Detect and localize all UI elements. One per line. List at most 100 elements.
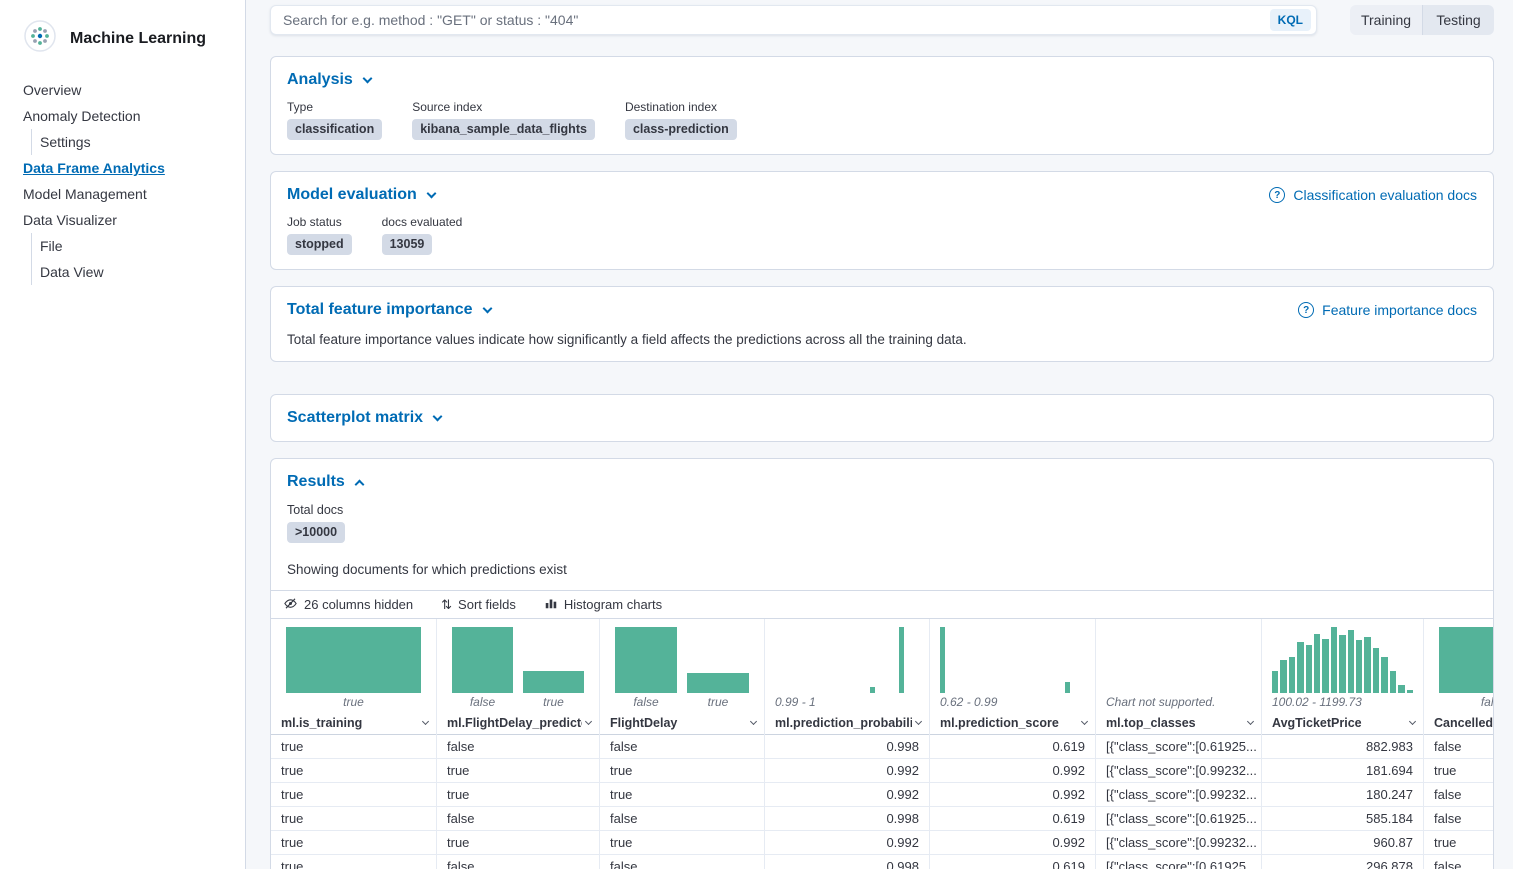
table-cell[interactable]: false — [1424, 855, 1493, 869]
table-cell[interactable]: true — [437, 831, 600, 855]
testing-filter-button[interactable]: Testing — [1422, 5, 1494, 35]
results-panel-toggle[interactable]: Results — [287, 473, 363, 491]
column-header-ml.FlightDelay_predicted[interactable]: falsetrueml.FlightDelay_predicted — [437, 619, 600, 735]
table-cell[interactable]: false — [437, 807, 600, 831]
column-header-ml.prediction_probability[interactable]: 0.99 - 1ml.prediction_probability — [765, 619, 930, 735]
histogram-bar-label: false — [452, 693, 513, 711]
table-cell[interactable]: [{"class_score":[0.99232... — [1096, 783, 1262, 807]
column-name-row: FlightDelay — [600, 711, 764, 735]
table-cell[interactable]: false — [437, 855, 600, 869]
column-header-AvgTicketPrice[interactable]: 100.02 - 1199.73AvgTicketPrice — [1262, 619, 1424, 735]
table-cell[interactable]: [{"class_score":[0.61925... — [1096, 735, 1262, 759]
sidebar-item-overview[interactable]: Overview — [23, 77, 233, 103]
analysis-panel-toggle[interactable]: Analysis — [287, 71, 371, 89]
histogram-bin — [1339, 635, 1345, 693]
chevron-down-icon[interactable] — [1409, 718, 1416, 725]
sidebar-item-data-view[interactable]: Data View — [31, 259, 233, 285]
histogram-charts-label: Histogram charts — [564, 597, 662, 612]
table-cell[interactable]: 0.998 — [765, 735, 930, 759]
table-cell[interactable]: true — [271, 831, 437, 855]
table-cell[interactable]: 0.992 — [765, 759, 930, 783]
sidebar-header: Machine Learning — [0, 20, 245, 77]
table-cell[interactable]: false — [1424, 735, 1493, 759]
table-cell[interactable]: 0.619 — [930, 735, 1096, 759]
table-cell[interactable]: false — [600, 735, 765, 759]
table-cell[interactable]: true — [271, 735, 437, 759]
column-header-FlightDelay[interactable]: falsetrueFlightDelay — [600, 619, 765, 735]
sidebar-item-file[interactable]: File — [31, 233, 233, 259]
feature-importance-docs-link[interactable]: ? Feature importance docs — [1298, 302, 1477, 318]
table-cell[interactable]: false — [437, 735, 600, 759]
column-header-ml.top_classes[interactable]: Chart not supported.ml.top_classes — [1096, 619, 1262, 735]
chevron-down-icon[interactable] — [750, 718, 757, 725]
chevron-down-icon[interactable] — [1247, 718, 1254, 725]
histogram-charts-button[interactable]: Histogram charts — [544, 596, 662, 613]
table-cell[interactable]: 180.247 — [1262, 783, 1424, 807]
chevron-down-icon[interactable] — [1081, 718, 1088, 725]
table-cell[interactable]: [{"class_score":[0.61925... — [1096, 807, 1262, 831]
table-cell[interactable]: true — [271, 807, 437, 831]
histogram-bar-label: true — [523, 693, 584, 711]
table-cell[interactable]: true — [437, 759, 600, 783]
table-cell[interactable]: true — [271, 783, 437, 807]
scatterplot-matrix-panel-title: Scatterplot matrix — [287, 409, 423, 427]
table-cell[interactable]: [{"class_score":[0.99232... — [1096, 759, 1262, 783]
table-cell[interactable]: false — [1424, 783, 1493, 807]
table-cell[interactable]: 0.992 — [930, 783, 1096, 807]
table-cell[interactable]: true — [600, 831, 765, 855]
sidebar-item-data-frame-analytics[interactable]: Data Frame Analytics — [23, 155, 233, 181]
columns-hidden-button[interactable]: 26 columns hidden — [283, 596, 413, 614]
chevron-down-icon[interactable] — [422, 718, 429, 725]
sidebar-item-data-visualizer[interactable]: Data Visualizer — [23, 207, 233, 233]
table-cell[interactable]: 0.992 — [930, 831, 1096, 855]
results-panel: Results Total docs >10000 Showing docume… — [270, 458, 1494, 869]
table-cell[interactable]: 0.992 — [930, 759, 1096, 783]
column-header-Cancelled[interactable]: falseCancelled — [1424, 619, 1493, 735]
table-cell[interactable]: true — [1424, 831, 1493, 855]
table-cell[interactable]: true — [600, 759, 765, 783]
table-cell[interactable]: true — [271, 855, 437, 869]
scatterplot-matrix-panel-toggle[interactable]: Scatterplot matrix — [287, 409, 441, 427]
table-cell[interactable]: 960.87 — [1262, 831, 1424, 855]
histogram-bin — [899, 627, 904, 693]
table-cell[interactable]: 296.878 — [1262, 855, 1424, 869]
table-cell[interactable]: 0.992 — [765, 783, 930, 807]
table-cell[interactable]: 0.998 — [765, 807, 930, 831]
table-cell[interactable]: 0.619 — [930, 855, 1096, 869]
field-label: Job status — [287, 215, 352, 229]
sidebar-item-settings[interactable]: Settings — [31, 129, 233, 155]
table-cell[interactable]: false — [600, 855, 765, 869]
table-cell[interactable]: true — [1424, 759, 1493, 783]
columns-hidden-label: 26 columns hidden — [304, 597, 413, 612]
table-cell[interactable]: 585.184 — [1262, 807, 1424, 831]
histogram-bin — [1065, 682, 1070, 693]
sidebar-item-model-management[interactable]: Model Management — [23, 181, 233, 207]
chevron-down-icon[interactable] — [585, 718, 592, 725]
model-evaluation-panel-toggle[interactable]: Model evaluation — [287, 186, 435, 204]
table-cell[interactable]: false — [600, 807, 765, 831]
table-cell[interactable]: 0.992 — [765, 831, 930, 855]
table-cell[interactable]: true — [600, 783, 765, 807]
table-cell[interactable]: 181.694 — [1262, 759, 1424, 783]
table-cell[interactable]: [{"class_score":[0.99232... — [1096, 831, 1262, 855]
table-cell[interactable]: true — [271, 759, 437, 783]
kql-badge[interactable]: KQL — [1270, 9, 1311, 31]
table-cell[interactable]: 882.983 — [1262, 735, 1424, 759]
training-filter-button[interactable]: Training — [1350, 5, 1422, 35]
sidebar-nav: OverviewAnomaly DetectionSettingsData Fr… — [0, 77, 245, 285]
column-histogram: 0.62 - 0.99 — [930, 619, 1095, 711]
table-cell[interactable]: false — [1424, 807, 1493, 831]
table-cell[interactable]: 0.619 — [930, 807, 1096, 831]
classification-evaluation-docs-link[interactable]: ? Classification evaluation docs — [1269, 187, 1477, 203]
sidebar-item-anomaly-detection[interactable]: Anomaly Detection — [23, 103, 233, 129]
table-cell[interactable]: true — [437, 783, 600, 807]
chevron-down-icon[interactable] — [915, 718, 922, 725]
histogram-bin — [1306, 645, 1312, 693]
table-cell[interactable]: 0.998 — [765, 855, 930, 869]
column-header-ml.prediction_score[interactable]: 0.62 - 0.99ml.prediction_score — [930, 619, 1096, 735]
column-header-ml.is_training[interactable]: trueml.is_training — [271, 619, 437, 735]
search-input[interactable] — [283, 12, 1270, 28]
table-cell[interactable]: [{"class_score":[0.61925... — [1096, 855, 1262, 869]
feature-importance-panel-toggle[interactable]: Total feature importance — [287, 301, 491, 319]
sort-fields-button[interactable]: ⇅ Sort fields — [441, 597, 516, 613]
